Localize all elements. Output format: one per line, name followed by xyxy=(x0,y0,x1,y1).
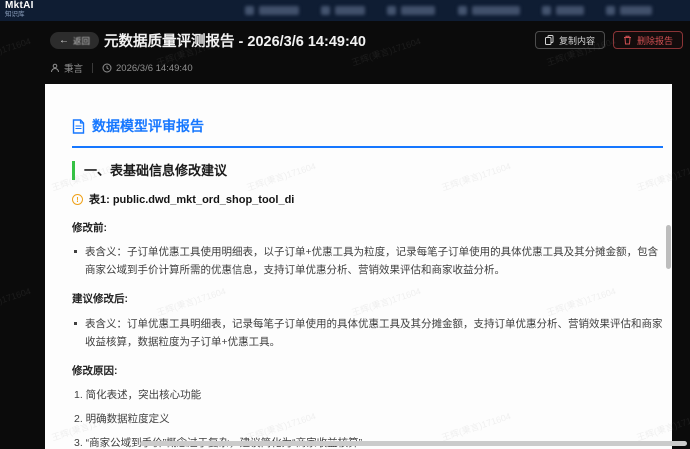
after-bullet: 表含义：订单优惠工具明细表，记录每笔子订单使用的具体优惠工具及其分摊金额，支持订… xyxy=(72,315,667,351)
app-logo[interactable]: MktAI 知识库 xyxy=(5,1,34,19)
nav-icon xyxy=(387,6,397,15)
copy-icon xyxy=(544,35,554,45)
delete-report-button[interactable]: 删除报告 xyxy=(612,31,683,49)
timestamp-value: 2026/3/6 14:49:40 xyxy=(116,62,193,74)
page-title: 元数据质量评测报告 - 2026/3/6 14:49:40 xyxy=(104,34,366,50)
nav-item-redacted[interactable] xyxy=(541,6,584,15)
nav-item-redacted[interactable] xyxy=(321,6,366,15)
watermark-text: 王辉(秉言)171604 xyxy=(0,286,32,318)
report-title: 数据模型评审报告 xyxy=(92,118,204,134)
app-window: MktAI 知识库 ← 返回 元数据质量评测报告 - 2026/3/6 14:4… xyxy=(0,0,690,449)
author-name: 秉言 xyxy=(64,64,84,75)
back-button-label: 返回 xyxy=(73,35,91,46)
reason-item: 1. 简化表述，突出核心功能 xyxy=(74,389,202,401)
back-button[interactable]: ← 返回 xyxy=(50,32,100,49)
warning-circle-icon xyxy=(72,193,83,205)
copy-button-label: 复制内容 xyxy=(558,35,595,46)
report-content: 数据模型评审报告 一、表基础信息修改建议 表1: public.dwd_mkt_… xyxy=(45,84,672,449)
top-nav-bar: MktAI 知识库 xyxy=(0,0,690,21)
nav-icon xyxy=(321,6,331,15)
report-title-row: 数据模型评审报告 xyxy=(72,116,656,136)
nav-icon xyxy=(457,6,467,15)
header-actions: 复制内容 删除报告 xyxy=(534,31,683,49)
meta-divider xyxy=(92,63,94,73)
nav-icon xyxy=(605,6,615,15)
horizontal-scrollbar[interactable] xyxy=(140,441,687,446)
nav-menu xyxy=(245,0,652,21)
report-card: 数据模型评审报告 一、表基础信息修改建议 表1: public.dwd_mkt_… xyxy=(45,84,672,449)
reason-label: 修改原因: xyxy=(72,365,118,377)
report-meta: 秉言 2026/3/6 14:49:40 xyxy=(50,61,193,75)
nav-item-redacted[interactable] xyxy=(245,6,299,15)
nav-item-redacted[interactable] xyxy=(605,6,652,15)
logo-title: MktAI xyxy=(5,0,34,11)
back-arrow-icon: ← xyxy=(59,35,69,46)
section-1-heading: 一、表基础信息修改建议 xyxy=(72,161,656,180)
trash-icon xyxy=(623,35,631,45)
logo-subtitle: 知识库 xyxy=(5,11,25,18)
nav-icon xyxy=(541,6,551,15)
nav-item-redacted[interactable] xyxy=(387,6,436,15)
after-label: 建议修改后: xyxy=(72,293,128,305)
delete-button-label: 删除报告 xyxy=(636,35,673,46)
nav-icon xyxy=(245,6,254,15)
user-icon xyxy=(51,63,59,73)
vertical-scrollbar[interactable] xyxy=(666,225,671,269)
timestamp-meta: 2026/3/6 14:49:40 xyxy=(102,63,193,74)
page-header: ← 返回 元数据质量评测报告 - 2026/3/6 14:49:40 复制内容 … xyxy=(0,21,690,84)
document-icon xyxy=(72,118,85,134)
author-meta: 秉言 xyxy=(50,61,83,75)
title-divider xyxy=(72,146,663,148)
before-bullet: 表含义：子订单优惠工具使用明细表，以子订单+优惠工具为粒度，记录每笔子订单使用的… xyxy=(72,243,667,279)
nav-item-redacted[interactable] xyxy=(457,6,520,15)
table-1-row: 表1: public.dwd_mkt_ord_shop_tool_di xyxy=(72,191,656,207)
copy-content-button[interactable]: 复制内容 xyxy=(534,31,605,49)
before-label: 修改前: xyxy=(72,222,107,234)
clock-icon xyxy=(102,63,112,73)
table-1-title: 表1: public.dwd_mkt_ord_shop_tool_di xyxy=(89,194,295,206)
reason-item: 2. 明确数据粒度定义 xyxy=(74,413,170,425)
